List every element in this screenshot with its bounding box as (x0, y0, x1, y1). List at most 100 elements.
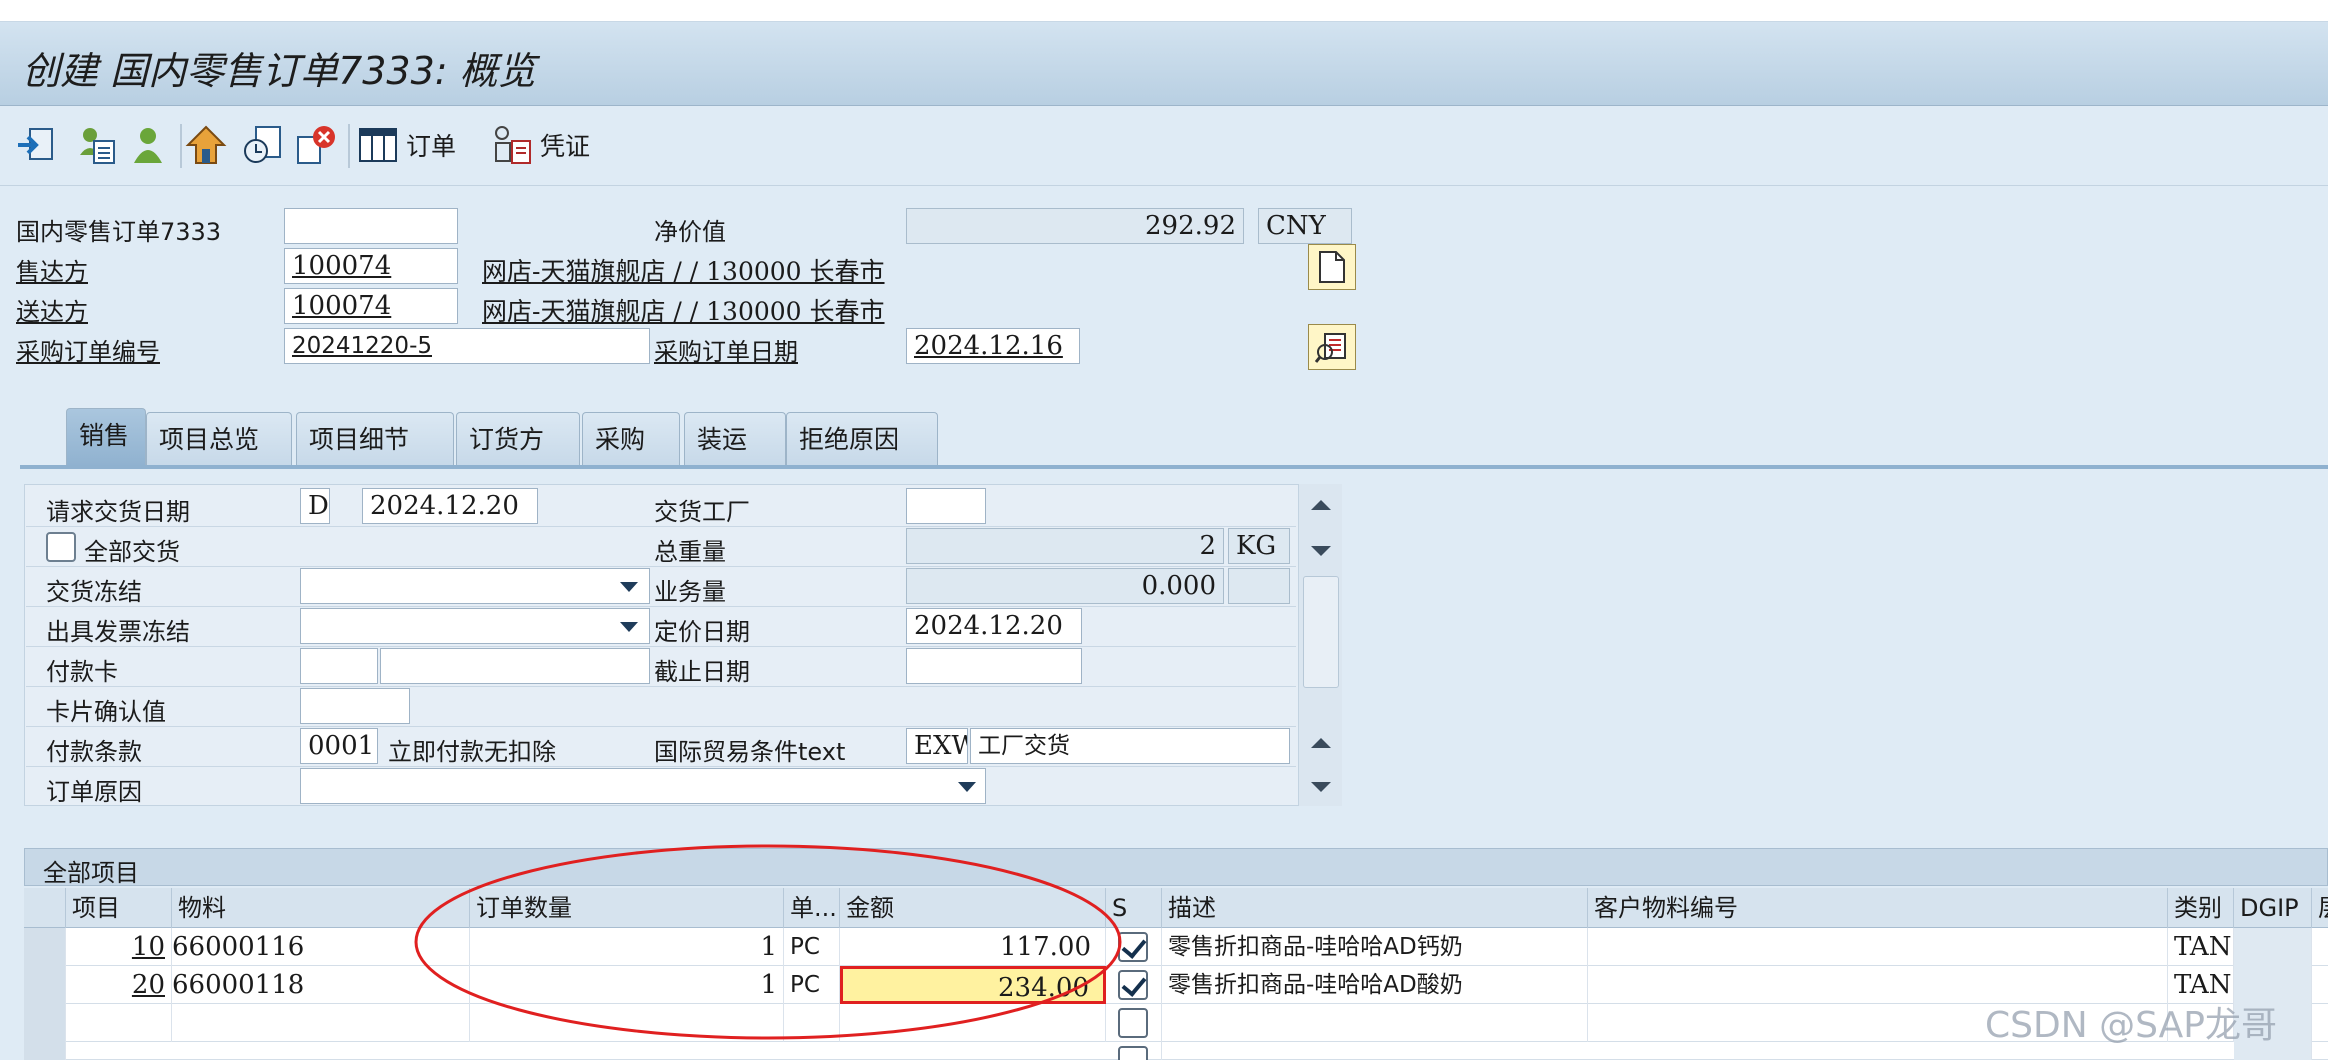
po-number-field[interactable]: 20241220-5 (284, 328, 650, 364)
delivery-block-select[interactable] (300, 568, 650, 604)
tab-shipping[interactable]: 装运 (684, 412, 786, 468)
expiry-date-field[interactable] (906, 648, 1082, 684)
table-row[interactable] (24, 1042, 2328, 1060)
amount-cell[interactable]: 117.00 (840, 928, 1106, 966)
col-material[interactable]: 物料 (172, 888, 470, 928)
tab-sales[interactable]: 销售 (66, 408, 146, 468)
table-row[interactable]: 10 66000116 1 PC 117.00 零售折扣商品-哇哈哈AD钙奶 T… (24, 928, 2328, 966)
s-checkbox[interactable] (1118, 1008, 1148, 1038)
ship-to-label[interactable]: 送达方 (16, 292, 88, 327)
col-amount[interactable]: 金额 (840, 888, 1106, 928)
orders-button[interactable]: 订单 (356, 122, 456, 168)
unit-cell[interactable]: PC (784, 966, 840, 1004)
quantity-cell[interactable]: 1 (470, 966, 784, 1004)
category-cell[interactable]: TAN (2168, 928, 2234, 966)
pricing-date-field[interactable]: 2024.12.20 (906, 608, 1082, 644)
incoterms-code-field[interactable]: EXW (906, 728, 968, 764)
unit-cell[interactable]: PC (784, 928, 840, 966)
order-reason-select[interactable] (300, 768, 986, 804)
user-icon (134, 128, 162, 163)
display-customer-button[interactable] (1308, 324, 1356, 370)
payment-terms-description: 立即付款无扣除 (388, 738, 556, 766)
complete-delivery-checkbox[interactable] (46, 532, 76, 562)
display-header-button[interactable] (184, 122, 228, 168)
ship-to-field[interactable]: 100074 (284, 288, 458, 324)
po-date-label[interactable]: 采购订单日期 (654, 332, 798, 367)
row-selector[interactable] (24, 928, 66, 966)
tab-item-overview[interactable]: 项目总览 (146, 412, 292, 468)
col-dgip[interactable]: DGIP (2234, 888, 2312, 928)
req-delivery-date-field[interactable]: 2024.12.20 (362, 488, 538, 524)
col-order-quantity[interactable]: 订单数量 (470, 888, 784, 928)
po-date-field[interactable]: 2024.12.16 (906, 328, 1080, 364)
tab-reason-rejection[interactable]: 拒绝原因 (786, 412, 938, 468)
description-cell[interactable]: 零售折扣商品-哇哈哈AD钙奶 (1162, 928, 1588, 966)
document-header-button[interactable] (1308, 244, 1356, 290)
table-row[interactable] (24, 1004, 2328, 1042)
sold-to-field[interactable]: 100074 (284, 248, 458, 284)
enter-button[interactable] (14, 122, 58, 168)
col-item[interactable]: 项目 (66, 888, 172, 928)
material-cell[interactable]: 66000116 (172, 928, 470, 966)
col-description[interactable]: 描述 (1162, 888, 1588, 928)
scroll-down-icon[interactable] (1311, 782, 1331, 792)
unit-cell[interactable] (784, 1004, 840, 1042)
row-selector[interactable] (24, 1004, 66, 1042)
req-delivery-date-type-field[interactable]: D (300, 488, 330, 524)
po-number-label[interactable]: 采购订单编号 (16, 332, 160, 367)
payment-terms-code-field[interactable]: 0001 (300, 728, 378, 764)
customer-material-cell[interactable] (1588, 928, 2168, 966)
item-number-cell[interactable]: 10 (66, 928, 172, 966)
doc-number-field[interactable] (284, 208, 458, 244)
scroll-thumb[interactable] (1303, 576, 1339, 688)
scroll-up-icon[interactable] (1311, 500, 1331, 510)
table-row[interactable]: 20 66000118 1 PC 234.00 零售折扣商品-哇哈哈AD酸奶 T… (24, 966, 2328, 1004)
delivering-plant-field[interactable] (906, 488, 986, 524)
tab-ordering-party[interactable]: 订货方 (456, 412, 580, 468)
select-all-cell[interactable] (24, 888, 66, 928)
partner-button[interactable] (126, 122, 170, 168)
sales-panel-scrollbar[interactable] (1298, 484, 1342, 806)
tab-procurement[interactable]: 采购 (582, 412, 680, 468)
material-cell[interactable] (172, 1004, 470, 1042)
tab-item-detail[interactable]: 项目细节 (296, 412, 454, 468)
card-verification-field[interactable] (300, 688, 410, 724)
billing-block-select[interactable] (300, 608, 650, 644)
col-customer-material[interactable]: 客户物料编号 (1588, 888, 2168, 928)
col-s[interactable]: S (1106, 888, 1162, 928)
total-weight-label: 总重量 (654, 538, 726, 566)
quantity-cell[interactable]: 1 (470, 928, 784, 966)
delivery-block-label: 交货冻结 (46, 578, 142, 606)
amount-cell[interactable] (840, 1004, 1106, 1042)
amount-cell-focused[interactable]: 234.00 (840, 966, 1106, 1004)
payment-terms-label: 付款条款 (46, 738, 142, 766)
payment-card-type-field[interactable] (300, 648, 378, 684)
s-checkbox[interactable] (1118, 1046, 1148, 1060)
payment-card-number-field[interactable] (380, 648, 650, 684)
chevron-down-icon[interactable] (620, 582, 638, 592)
voucher-button[interactable]: 凭证 (490, 122, 590, 168)
sold-to-label[interactable]: 售达方 (16, 252, 88, 287)
req-delivery-date-label: 请求交货日期 (46, 498, 190, 526)
material-cell[interactable]: 66000118 (172, 966, 470, 1004)
header-button[interactable] (74, 122, 118, 168)
col-level[interactable]: 层 (2312, 888, 2328, 928)
s-checkbox[interactable] (1118, 932, 1148, 962)
s-checkbox[interactable] (1118, 970, 1148, 1000)
col-category[interactable]: 类别 (2168, 888, 2234, 928)
scroll-down-icon[interactable] (1311, 546, 1331, 556)
incoterms-description-field[interactable]: 工厂交货 (970, 728, 1290, 764)
description-cell[interactable] (1162, 1004, 1588, 1042)
description-cell[interactable]: 零售折扣商品-哇哈哈AD酸奶 (1162, 966, 1588, 1004)
chevron-down-icon[interactable] (958, 782, 976, 792)
cancel-doc-button[interactable] (294, 122, 338, 168)
chevron-down-icon[interactable] (620, 622, 638, 632)
item-number-cell[interactable]: 20 (66, 966, 172, 1004)
document-flow-button[interactable] (242, 122, 286, 168)
row-selector[interactable] (24, 966, 66, 1004)
item-number-cell[interactable] (66, 1004, 172, 1042)
col-unit[interactable]: 单... (784, 888, 840, 928)
scroll-up-icon[interactable] (1311, 738, 1331, 748)
quantity-cell[interactable] (470, 1004, 784, 1042)
row-selector[interactable] (24, 1042, 66, 1060)
